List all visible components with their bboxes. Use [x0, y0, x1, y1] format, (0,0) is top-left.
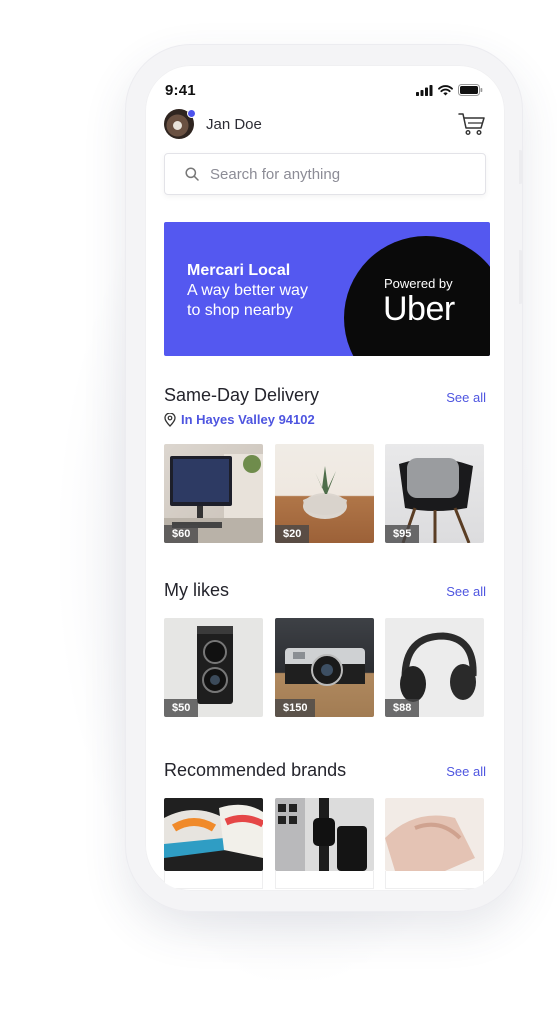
- phone-screen: 9:41 Jan Doe Search for anything Mercari…: [145, 65, 505, 891]
- delivery-location[interactable]: In Hayes Valley 94102: [164, 412, 315, 427]
- user-name: Jan Doe: [206, 115, 262, 133]
- brand-card-footer: [385, 871, 484, 889]
- same-day-see-all-link[interactable]: See all: [446, 390, 486, 405]
- brand-tile-apple[interactable]: [275, 798, 374, 871]
- brand-tile-sneakers[interactable]: [164, 798, 263, 871]
- search-icon: [185, 167, 199, 181]
- item-tile-plant[interactable]: $20: [275, 444, 374, 543]
- wifi-icon: [438, 84, 453, 95]
- header: Jan Doe: [164, 107, 486, 141]
- banner-text: Mercari Local A way better way to shop n…: [187, 261, 347, 321]
- status-icons: [416, 84, 483, 96]
- uber-logo: Uber: [383, 290, 455, 328]
- brands-title: Recommended brands: [164, 760, 347, 780]
- avatar[interactable]: [164, 109, 196, 139]
- location-pin-icon: [164, 412, 176, 427]
- item-tile-rangefinder-camera[interactable]: $150: [275, 618, 374, 717]
- location-text: In Hayes Valley 94102: [181, 412, 315, 427]
- cart-icon[interactable]: [458, 112, 486, 136]
- banner-subtitle-2: to shop nearby: [187, 302, 293, 319]
- battery-icon: [458, 84, 483, 96]
- notification-dot: [187, 109, 196, 118]
- item-tile-monitor[interactable]: $60: [164, 444, 263, 543]
- heels-photo: [385, 815, 475, 871]
- sneakers-photo: [164, 804, 263, 858]
- banner-title: Mercari Local: [187, 262, 291, 279]
- status-bar: 9:41: [165, 79, 483, 101]
- item-price: $150: [275, 699, 316, 717]
- item-price: $50: [164, 699, 199, 717]
- phone-side-button: [519, 150, 523, 184]
- item-tile-chair[interactable]: $95: [385, 444, 484, 543]
- item-tile-headphones[interactable]: $88: [385, 618, 484, 717]
- powered-by-label: Powered by: [384, 276, 453, 291]
- search-bar[interactable]: [164, 153, 486, 195]
- item-price: $20: [275, 525, 310, 543]
- item-price: $60: [164, 525, 199, 543]
- search-input[interactable]: [210, 165, 450, 183]
- status-time: 9:41: [165, 81, 196, 99]
- item-price: $95: [385, 525, 420, 543]
- apple-devices-photo: [275, 798, 367, 871]
- likes-see-all-link[interactable]: See all: [446, 584, 486, 599]
- brand-tile-heels[interactable]: [385, 798, 484, 871]
- brand-card-footer: [275, 871, 374, 889]
- same-day-title: Same-Day Delivery: [164, 385, 320, 405]
- likes-title: My likes: [164, 580, 230, 600]
- brand-card-footer: [164, 871, 263, 889]
- signal-icon: [416, 84, 433, 96]
- item-tile-twin-lens-camera[interactable]: $50: [164, 618, 263, 717]
- brands-see-all-link[interactable]: See all: [446, 764, 486, 779]
- phone-side-button: [519, 250, 523, 304]
- banner-subtitle-1: A way better way: [187, 282, 308, 299]
- mercari-local-banner[interactable]: Mercari Local A way better way to shop n…: [164, 222, 490, 356]
- user-profile[interactable]: Jan Doe: [164, 109, 262, 139]
- item-price: $88: [385, 699, 420, 717]
